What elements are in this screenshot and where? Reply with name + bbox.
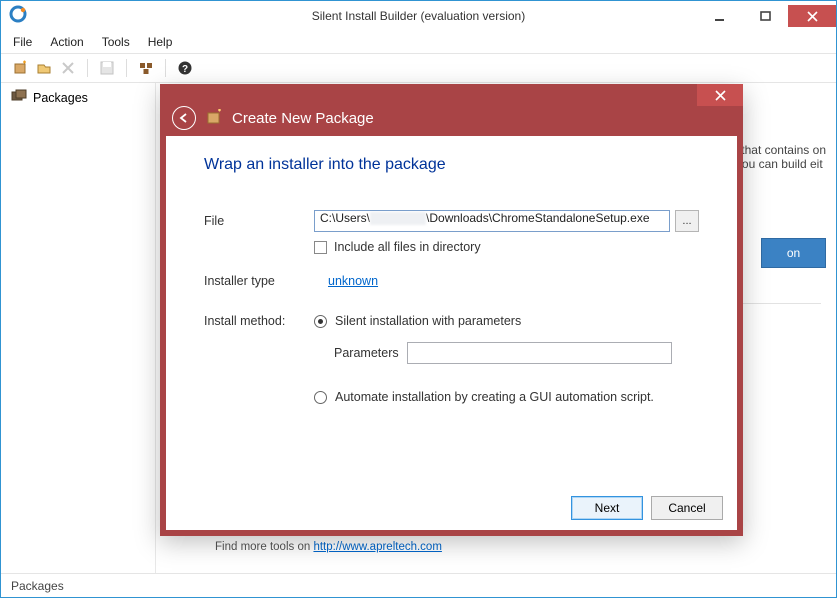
file-label: File	[204, 214, 314, 228]
open-icon[interactable]	[35, 59, 53, 77]
silent-install-label: Silent installation with parameters	[335, 314, 521, 328]
close-button[interactable]	[788, 5, 836, 27]
sidebar-item-packages[interactable]: Packages	[11, 89, 145, 106]
footer-link[interactable]: http://www.apreltech.com	[313, 541, 441, 553]
include-row: Include all files in directory	[204, 240, 699, 254]
packages-icon	[11, 89, 27, 106]
app-window: Silent Install Builder (evaluation versi…	[0, 0, 837, 598]
automate-install-label: Automate installation by creating a GUI …	[335, 390, 654, 404]
help-icon[interactable]: ?	[176, 59, 194, 77]
create-package-dialog: Create New Package Wrap an installer int…	[160, 86, 743, 536]
status-left: Packages	[11, 579, 64, 593]
svg-text:?: ?	[182, 64, 188, 75]
file-row: File C:\Users\\Downloads\ChromeStandalon…	[204, 210, 699, 232]
titlebar: Silent Install Builder (evaluation versi…	[1, 1, 836, 31]
build-icon[interactable]	[137, 59, 155, 77]
install-method-label: Install method:	[204, 314, 314, 328]
parameters-row: Parameters	[204, 342, 699, 364]
dialog-titlebar: Create New Package	[160, 84, 743, 136]
toolbar-separator	[126, 59, 127, 77]
cancel-button[interactable]: Cancel	[651, 496, 723, 520]
include-files-label: Include all files in directory	[334, 240, 481, 254]
next-button[interactable]: Next	[571, 496, 643, 520]
statusbar: Packages	[1, 573, 836, 597]
silent-install-radio[interactable]	[314, 315, 327, 328]
app-icon	[9, 5, 27, 28]
parameters-label: Parameters	[334, 346, 399, 360]
menu-tools[interactable]: Tools	[102, 35, 130, 49]
automate-install-radio[interactable]	[314, 391, 327, 404]
delete-icon[interactable]	[59, 59, 77, 77]
package-icon	[206, 109, 224, 127]
installer-type-row: Installer type unknown	[204, 274, 699, 288]
minimize-button[interactable]	[696, 5, 742, 27]
browse-button[interactable]: ...	[675, 210, 699, 232]
window-buttons	[696, 5, 836, 27]
automate-row: Automate installation by creating a GUI …	[204, 390, 699, 404]
dialog-heading: Wrap an installer into the package	[204, 156, 699, 174]
save-icon[interactable]	[98, 59, 116, 77]
parameters-input[interactable]	[407, 342, 672, 364]
dialog-body: Wrap an installer into the package File …	[160, 136, 743, 486]
include-files-checkbox[interactable]	[314, 241, 327, 254]
sidebar: Packages	[1, 83, 156, 573]
dialog-close-button[interactable]	[697, 84, 743, 106]
back-button[interactable]	[172, 106, 196, 130]
new-package-icon[interactable]	[11, 59, 29, 77]
installer-type-label: Installer type	[204, 274, 314, 288]
menu-file[interactable]: File	[13, 35, 32, 49]
toolbar-separator	[87, 59, 88, 77]
installer-type-link[interactable]: unknown	[328, 274, 378, 288]
footer-text: Find more tools on http://www.apreltech.…	[215, 541, 442, 553]
toolbar-separator	[165, 59, 166, 77]
menu-help[interactable]: Help	[148, 35, 173, 49]
dialog-title: Create New Package	[232, 110, 374, 127]
dialog-footer: Next Cancel	[160, 486, 743, 536]
file-path-input[interactable]: C:\Users\\Downloads\ChromeStandaloneSetu…	[314, 210, 670, 232]
background-button[interactable]: on	[761, 238, 826, 268]
maximize-button[interactable]	[742, 5, 788, 27]
menubar: File Action Tools Help	[1, 31, 836, 53]
sidebar-item-label: Packages	[33, 91, 88, 105]
menu-action[interactable]: Action	[50, 35, 83, 49]
install-method-row: Install method: Silent installation with…	[204, 314, 699, 328]
toolbar: ?	[1, 53, 836, 83]
